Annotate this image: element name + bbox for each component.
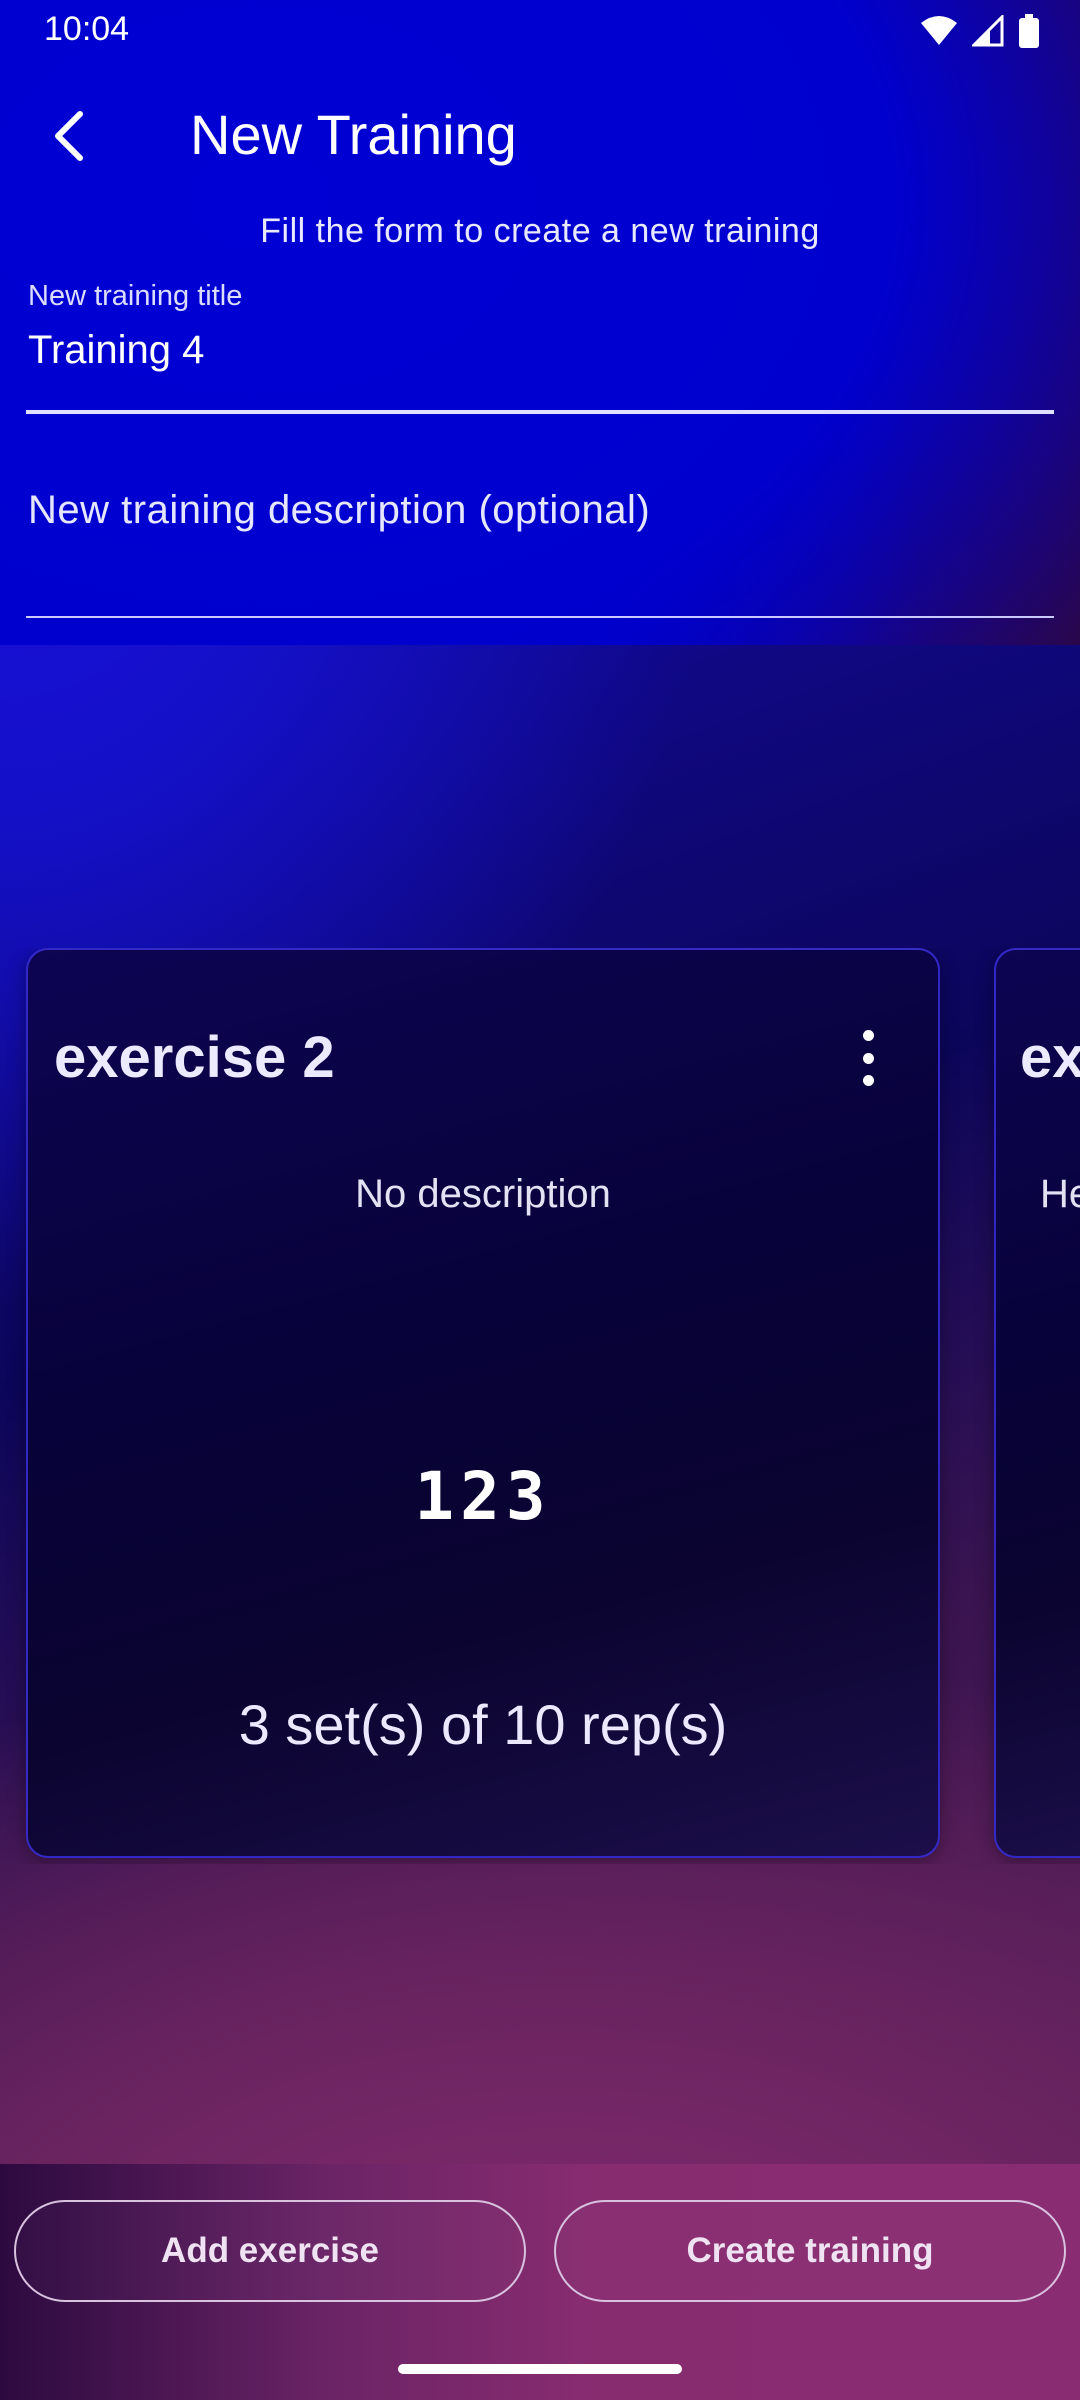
form-subtitle: Fill the form to create a new training	[260, 212, 820, 250]
exercise-title-peek: ex	[1020, 1025, 1080, 1090]
training-description-field[interactable]: New training description (optional)	[26, 460, 1054, 618]
training-title-field[interactable]: New training title	[26, 276, 1054, 414]
exercise-description-peek: He	[1040, 1172, 1080, 1216]
more-vert-icon[interactable]	[856, 1030, 880, 1086]
exercise-card[interactable]: exercise 2 No description 123 3 set(s) o…	[26, 948, 940, 1858]
status-time: 10:04	[44, 10, 130, 48]
training-title-label: New training title	[28, 280, 243, 312]
training-title-input[interactable]	[28, 328, 1028, 373]
back-button[interactable]	[36, 100, 108, 172]
home-indicator[interactable]	[398, 2364, 682, 2374]
signal-icon	[970, 13, 1004, 52]
chevron-left-icon	[55, 111, 83, 161]
exercise-description: No description	[355, 1172, 611, 1216]
status-bar: 10:04	[0, 0, 1080, 62]
exercise-title: exercise 2	[54, 1025, 335, 1090]
battery-icon	[1018, 14, 1040, 53]
bottom-action-bar: Add exercise Create training	[0, 2164, 1080, 2400]
exercise-carousel[interactable]: exercise 2 No description 123 3 set(s) o…	[0, 948, 1080, 1864]
add-exercise-button[interactable]: Add exercise	[14, 2200, 526, 2302]
exercise-sets: 3 set(s) of 10 rep(s)	[238, 1693, 728, 1756]
wifi-icon	[920, 15, 958, 52]
training-description-placeholder: New training description (optional)	[28, 488, 651, 532]
page-title: New Training	[190, 103, 517, 166]
exercise-card-next[interactable]: ex He	[994, 948, 1080, 1858]
status-icons	[920, 13, 1040, 53]
create-training-button[interactable]: Create training	[554, 2200, 1066, 2302]
app-bar: New Training	[0, 80, 1080, 190]
exercise-code: 123	[414, 1458, 552, 1535]
